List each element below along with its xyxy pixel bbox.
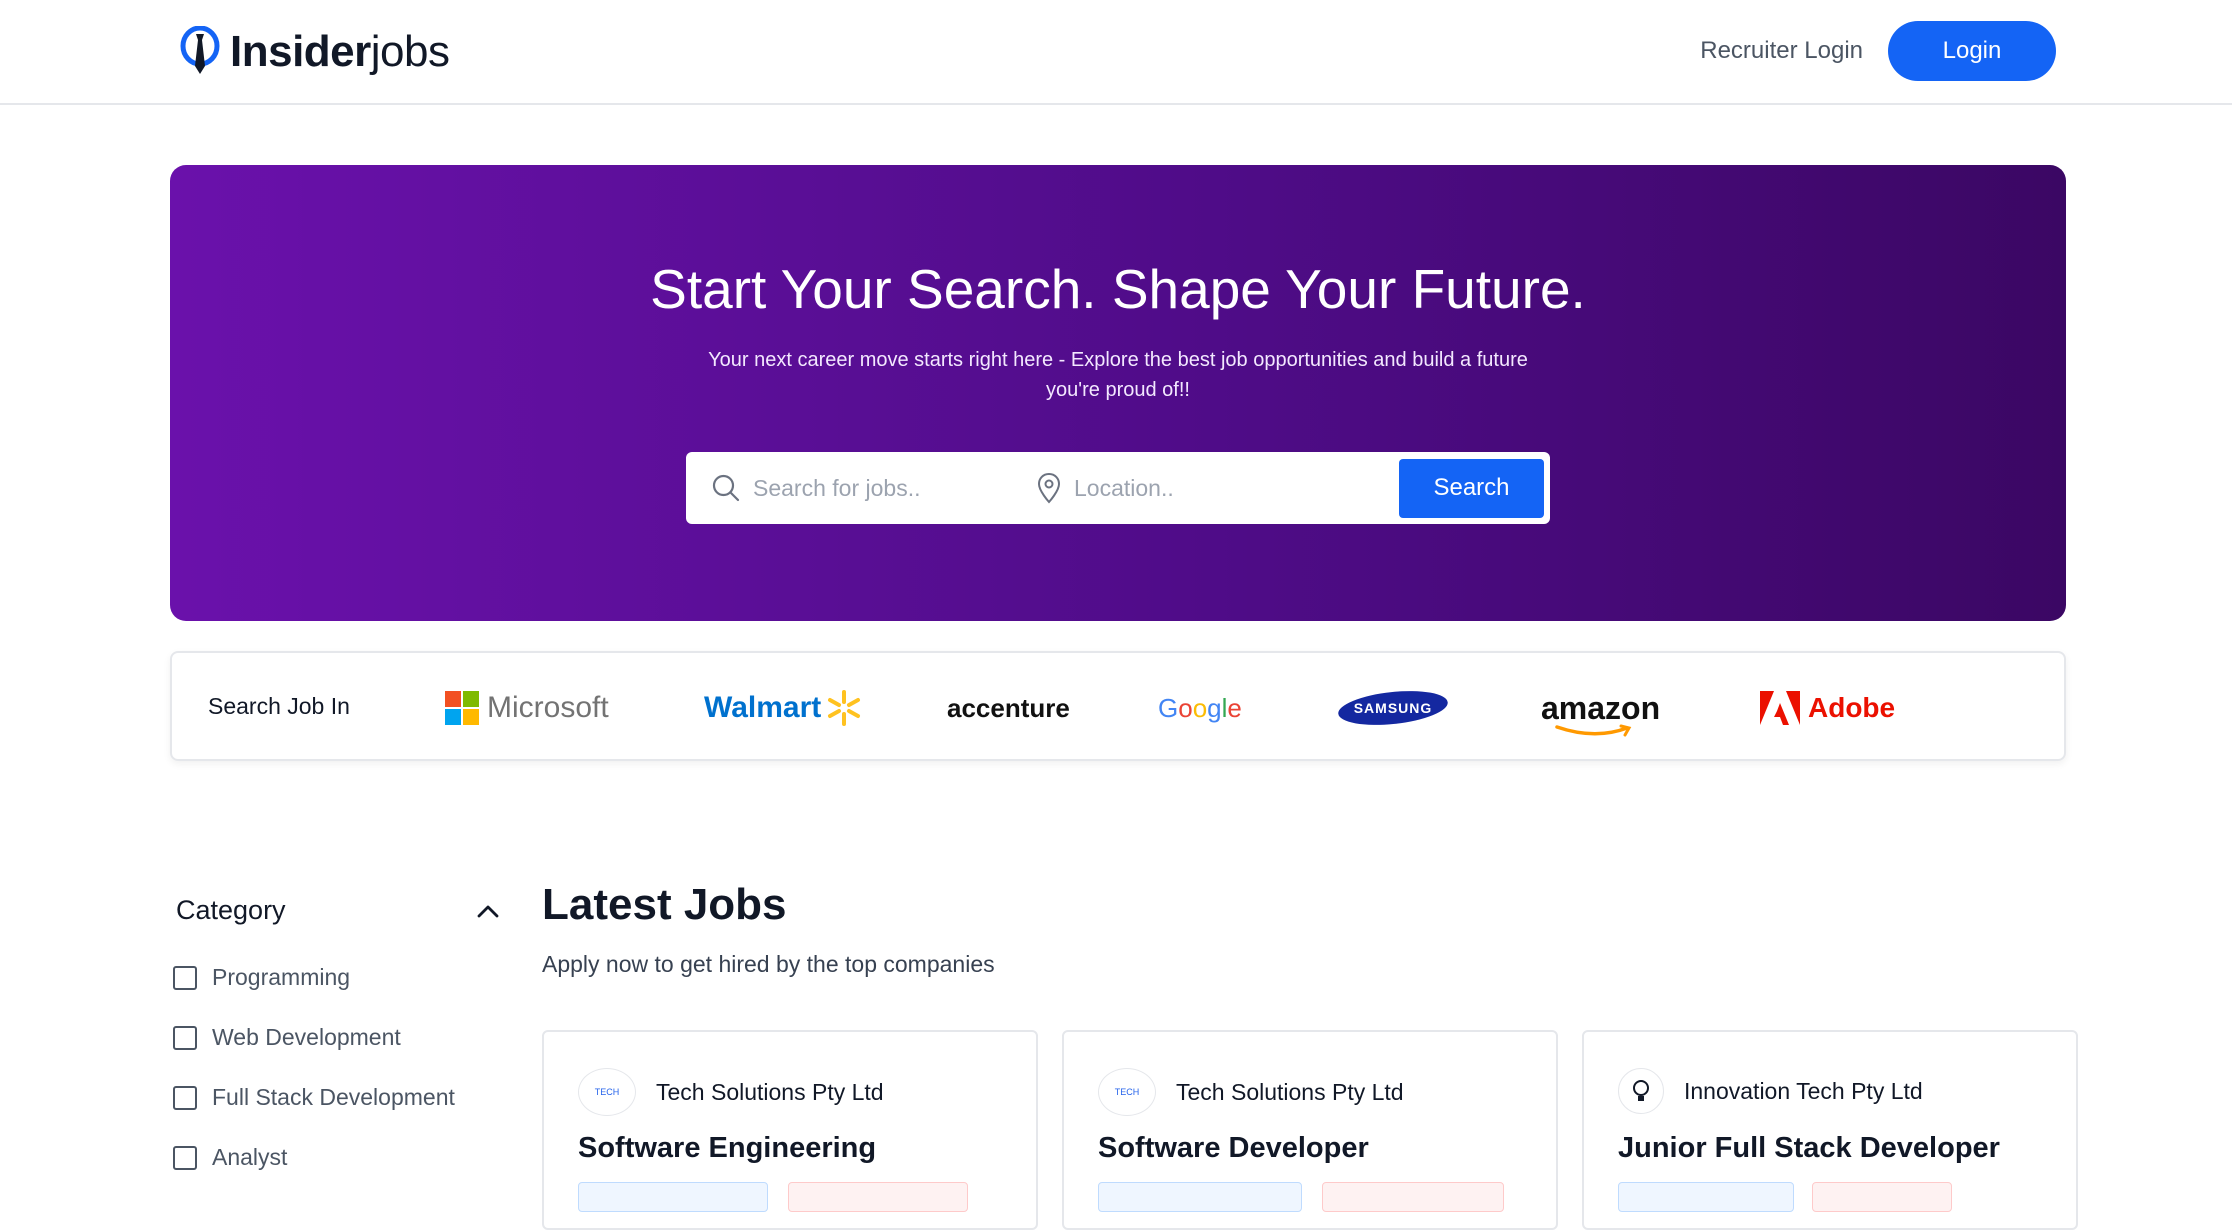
company-accenture[interactable]: accenture <box>947 653 1070 763</box>
company-samsung[interactable]: SAMSUNG <box>1337 653 1449 763</box>
hero-banner: Start Your Search. Shape Your Future. Yo… <box>170 165 2066 621</box>
microsoft-name: Microsoft <box>487 691 609 724</box>
company-logo-text: TECH <box>594 1087 620 1097</box>
hero-title: Start Your Search. Shape Your Future. <box>650 258 1586 320</box>
chevron-up-icon[interactable] <box>476 903 500 919</box>
company-logo: TECH <box>1098 1068 1156 1116</box>
recruiter-login-link[interactable]: Recruiter Login <box>1700 37 1863 65</box>
category-label: Full Stack Development <box>212 1084 455 1110</box>
location-field <box>1021 452 1376 524</box>
location-tag <box>1618 1182 1794 1212</box>
category-item-web-development[interactable]: Web Development <box>173 1024 401 1051</box>
level-tag <box>1322 1182 1504 1212</box>
company-google[interactable]: Google <box>1158 653 1242 763</box>
microsoft-logo-icon <box>445 691 479 725</box>
adobe-logo-icon <box>1760 691 1800 725</box>
search-icon <box>712 474 740 502</box>
walmart-spark-icon <box>828 690 861 726</box>
company-strip: Search Job In Microsoft Walmart accentur… <box>170 651 2066 761</box>
category-label: Web Development <box>212 1024 401 1050</box>
category-item-analyst[interactable]: Analyst <box>173 1144 287 1171</box>
category-item-full-stack[interactable]: Full Stack Development <box>173 1084 455 1111</box>
category-filter-header[interactable]: Category <box>176 895 500 926</box>
level-tag <box>1812 1182 1952 1212</box>
job-title[interactable]: Software Developer <box>1098 1132 1369 1165</box>
company-logo <box>1618 1068 1664 1114</box>
job-search-input[interactable] <box>753 474 1021 502</box>
logo-text: Insiderjobs <box>230 27 450 77</box>
job-title[interactable]: Junior Full Stack Developer <box>1618 1132 2000 1165</box>
site-logo[interactable]: Insiderjobs <box>180 26 450 78</box>
bulb-logo-icon <box>1633 1080 1649 1101</box>
category-checkbox[interactable] <box>173 965 197 990</box>
job-card[interactable]: TECH Tech Solutions Pty Ltd Software Dev… <box>1062 1030 1558 1230</box>
company-name: Tech Solutions Pty Ltd <box>656 1078 884 1105</box>
category-label: Programming <box>212 964 351 990</box>
top-navbar: Insiderjobs Recruiter Login Login <box>0 0 2232 105</box>
category-checkbox[interactable] <box>173 1025 197 1050</box>
category-checkbox[interactable] <box>173 1085 197 1110</box>
job-company: Innovation Tech Pty Ltd <box>1618 1068 1923 1114</box>
job-card[interactable]: Innovation Tech Pty Ltd Junior Full Stac… <box>1582 1030 2078 1230</box>
location-tag <box>578 1182 768 1212</box>
job-title[interactable]: Software Engineering <box>578 1132 876 1165</box>
company-name: Innovation Tech Pty Ltd <box>1684 1077 1923 1104</box>
amazon-smile-icon <box>1555 724 1632 736</box>
job-card[interactable]: TECH Tech Solutions Pty Ltd Software Eng… <box>542 1030 1038 1230</box>
company-amazon[interactable]: amazon <box>1541 653 1660 763</box>
category-title: Category <box>176 895 286 925</box>
logo-light-text: jobs <box>370 27 450 76</box>
job-search-field <box>686 452 1021 524</box>
company-adobe[interactable]: Adobe <box>1760 653 1895 763</box>
login-button[interactable]: Login <box>1888 21 2056 81</box>
latest-jobs-title: Latest Jobs <box>542 880 787 929</box>
level-tag <box>788 1182 968 1212</box>
google-name: Google <box>1158 692 1242 723</box>
location-pin-icon <box>1037 472 1061 504</box>
nav-actions: Recruiter Login Login <box>1700 21 2056 81</box>
search-job-in-label: Search Job In <box>208 693 350 719</box>
category-label: Analyst <box>212 1144 288 1170</box>
location-tag <box>1098 1182 1302 1212</box>
samsung-logo-icon: SAMSUNG <box>1338 691 1448 725</box>
adobe-name: Adobe <box>1808 692 1896 723</box>
samsung-name: SAMSUNG <box>1354 700 1433 716</box>
location-input[interactable] <box>1074 474 1376 502</box>
category-checkbox[interactable] <box>173 1145 197 1170</box>
accenture-name: accenture <box>947 692 1070 723</box>
company-logo: TECH <box>578 1068 636 1116</box>
company-name: Tech Solutions Pty Ltd <box>1176 1078 1404 1105</box>
company-microsoft[interactable]: Microsoft <box>445 653 609 763</box>
latest-jobs-subtitle: Apply now to get hired by the top compan… <box>542 951 995 977</box>
company-logo-text: TECH <box>1114 1087 1140 1097</box>
job-company: TECH Tech Solutions Pty Ltd <box>1098 1068 1404 1116</box>
category-item-programming[interactable]: Programming <box>173 964 350 991</box>
walmart-name: Walmart <box>704 691 822 724</box>
search-button[interactable]: Search <box>1399 458 1544 518</box>
hero-subtitle: Your next career move starts right here … <box>708 349 1528 401</box>
job-company: TECH Tech Solutions Pty Ltd <box>578 1068 884 1116</box>
logo-tie-icon <box>180 26 220 74</box>
amazon-name: amazon <box>1541 689 1661 726</box>
company-walmart[interactable]: Walmart <box>704 653 863 763</box>
logo-bold-text: Insider <box>230 27 371 76</box>
search-bar: Search <box>686 452 1550 524</box>
